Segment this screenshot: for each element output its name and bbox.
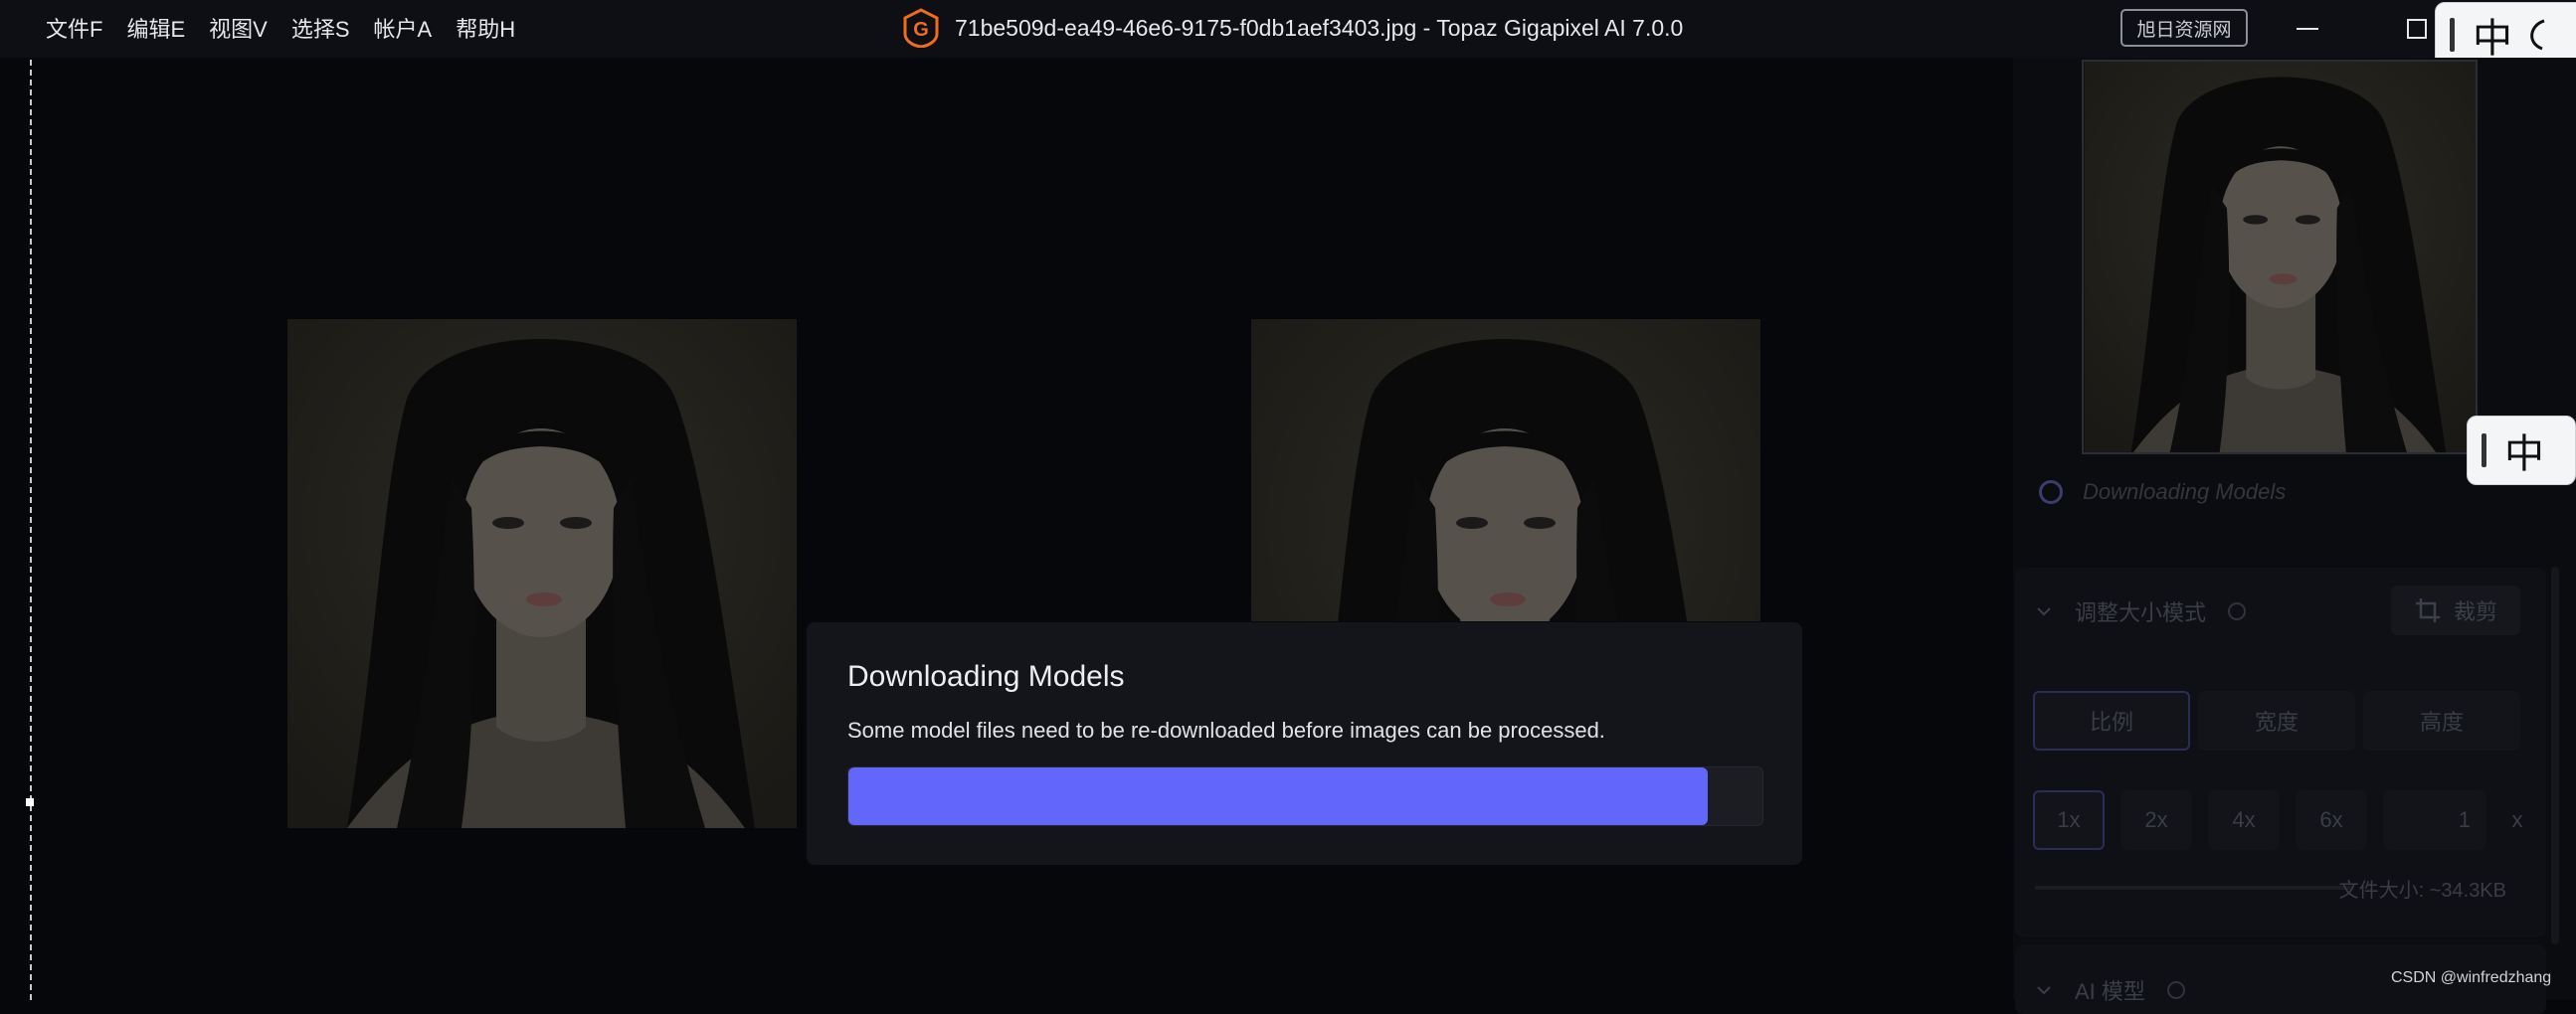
ai-model-header[interactable]: AI 模型 — [2035, 974, 2185, 1006]
original-photo — [287, 319, 797, 828]
scale-options: 1x 2x 4x 6x 1 x — [2033, 790, 2532, 850]
info-icon[interactable] — [2166, 981, 2185, 999]
download-progress-fill — [848, 767, 1708, 825]
logo-letter: G — [913, 19, 929, 41]
menu-select[interactable]: 选择S — [291, 12, 350, 44]
csdn-watermark: CSDN @winfredzhang — [2391, 969, 2552, 986]
ime-mode-label-2[interactable]: 中 — [2504, 422, 2544, 479]
menu-view[interactable]: 视图V — [209, 12, 268, 44]
resize-mode-title: 调整大小模式 — [2075, 600, 2207, 625]
minimize-icon[interactable] — [2291, 12, 2324, 46]
ime-toolbar-bottom[interactable]: 中 — [2467, 416, 2576, 485]
window-title: G 71be509d-ea49-46e6-9175-f0db1aef3403.j… — [901, 8, 1683, 48]
right-panel-scrollbar[interactable] — [2551, 567, 2559, 944]
chevron-down-icon[interactable] — [2035, 602, 2053, 620]
scale-1x[interactable]: 1x — [2033, 790, 2105, 850]
status-text: Downloading Models — [2083, 479, 2287, 504]
scale-2x[interactable]: 2x — [2120, 790, 2192, 850]
screen-edge-guide — [0, 0, 34, 1000]
crop-label: 裁剪 — [2453, 599, 2497, 624]
custom-scale-suffix: x — [2511, 807, 2523, 832]
menu-file[interactable]: 文件F — [46, 12, 102, 44]
dialog-message: Some model files need to be re-downloade… — [847, 718, 1605, 743]
downloading-models-dialog: Downloading Models Some model files need… — [807, 622, 1802, 865]
watermark-badge: 旭日资源网 — [2120, 9, 2248, 47]
ime-mode-label[interactable]: 中 — [2473, 6, 2512, 64]
menu-help[interactable]: 帮助H — [456, 12, 515, 44]
window-title-text: 71be509d-ea49-46e6-9175-f0db1aef3403.jpg… — [955, 14, 1684, 41]
mode-width[interactable]: 宽度 — [2198, 691, 2355, 751]
upscaled-photo — [1251, 319, 1760, 621]
resize-mode-tabs: 比例 宽度 高度 — [2033, 691, 2520, 751]
custom-scale-input[interactable]: 1 — [2383, 790, 2486, 850]
dialog-title: Downloading Models — [847, 660, 1125, 693]
original-image[interactable] — [287, 319, 797, 828]
mode-height[interactable]: 高度 — [2363, 691, 2520, 751]
ai-model-title: AI 模型 — [2075, 979, 2145, 1004]
resize-mode-section: 调整大小模式 裁剪 比例 宽度 高度 1x 2x 4x 6x 1 x 文件大小:… — [2015, 568, 2546, 937]
crop-icon — [2415, 598, 2440, 622]
processing-status: Downloading Models — [2039, 479, 2286, 505]
edge-handle[interactable] — [26, 798, 34, 806]
navigator-preview[interactable] — [2082, 60, 2478, 454]
preview-image — [2084, 62, 2476, 452]
scale-4x[interactable]: 4x — [2208, 790, 2280, 850]
file-size-label: 文件大小: ~34.3KB — [2338, 880, 2506, 902]
status-circle-icon — [2039, 480, 2063, 504]
ime-drag-handle-2[interactable] — [2482, 433, 2486, 467]
crop-button[interactable]: 裁剪 — [2391, 586, 2520, 635]
scale-slider[interactable] — [2035, 886, 2353, 890]
info-icon[interactable] — [2228, 602, 2247, 620]
ime-drag-handle[interactable] — [2450, 18, 2455, 52]
upscaled-image[interactable] — [1251, 319, 1760, 621]
ime-moon-icon[interactable] — [2520, 15, 2548, 55]
resize-mode-header[interactable]: 调整大小模式 — [2035, 595, 2247, 627]
menu-edit[interactable]: 编辑E — [126, 12, 185, 44]
mode-ratio[interactable]: 比例 — [2033, 691, 2190, 751]
scale-6x[interactable]: 6x — [2296, 790, 2367, 850]
menu-account[interactable]: 帐户A — [374, 12, 433, 44]
maximize-icon[interactable] — [2400, 12, 2434, 46]
chevron-down-icon[interactable] — [2035, 981, 2053, 999]
menu-bar: 文件F 编辑E 视图V 选择S 帐户A 帮助H — [46, 12, 515, 44]
gigapixel-logo-icon: G — [903, 8, 939, 48]
download-progress-bar — [847, 766, 1763, 826]
